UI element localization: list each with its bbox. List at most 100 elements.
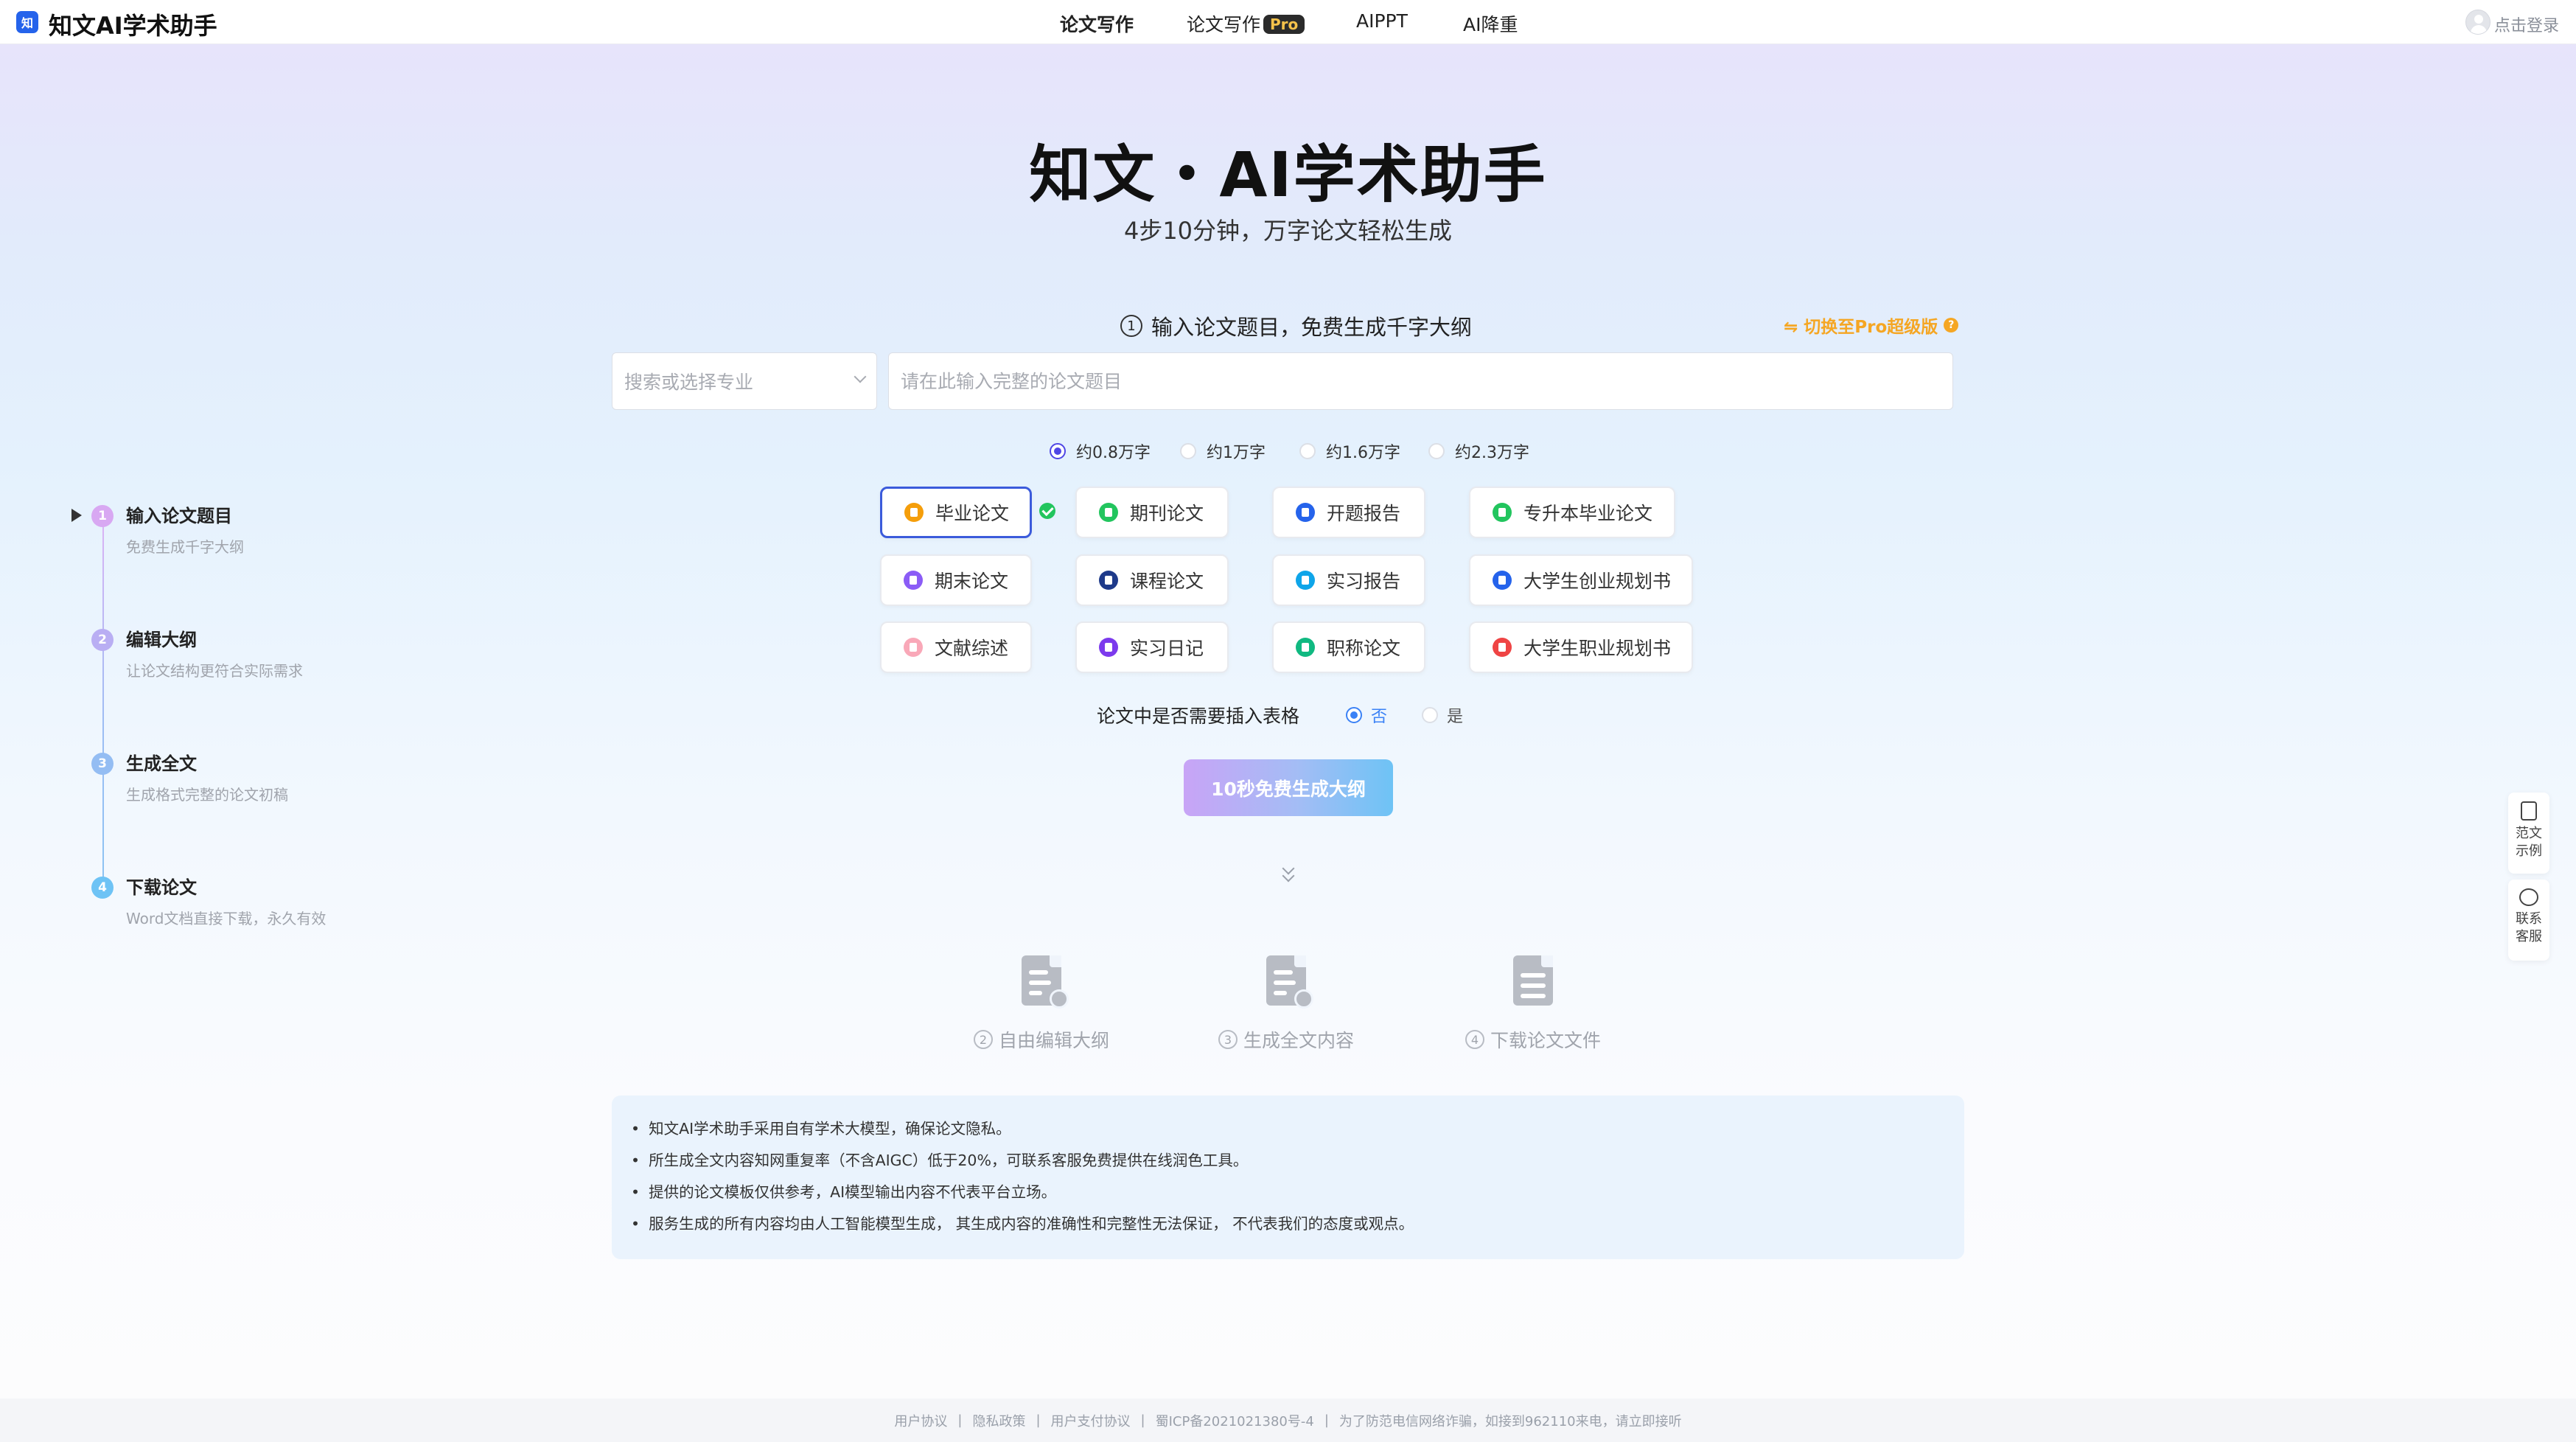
floating-help-panel: 范文 示例 联系 客服 — [2508, 793, 2549, 969]
radio-label: 否 — [1371, 708, 1388, 726]
document-icon — [2521, 801, 2537, 821]
type-professional-title-paper[interactable]: 职称论文 — [1272, 621, 1425, 673]
switch-to-pro-link[interactable]: ⇋ 切换至Pro超级版 ? — [1784, 313, 1959, 338]
type-label: 期末论文 — [935, 571, 1009, 592]
doc-type-icon — [1099, 638, 1118, 657]
footer-separator: | — [957, 1413, 963, 1428]
step-one-label: 1 输入论文题目，免费生成千字大纲 — [1120, 310, 1472, 341]
radio-label: 是 — [1447, 708, 1464, 726]
table-question-label: 论文中是否需要插入表格 — [1097, 706, 1300, 727]
radio-icon — [1050, 443, 1066, 459]
footer-separator: | — [1140, 1413, 1145, 1428]
type-course-paper[interactable]: 课程论文 — [1075, 554, 1229, 606]
footer-user-agreement[interactable]: 用户协议 — [894, 1411, 947, 1430]
radio-icon — [1346, 707, 1362, 723]
avatar-icon[interactable] — [2465, 10, 2491, 35]
table-option-yes[interactable]: 是 — [1422, 703, 1463, 727]
radio-label: 约1.6万字 — [1326, 444, 1400, 462]
footer-separator: | — [1324, 1413, 1329, 1428]
length-option-2-3w[interactable]: 约2.3万字 — [1428, 439, 1529, 463]
pro-switch-label: ⇋ 切换至Pro超级版 — [1784, 318, 1938, 337]
type-label: 实习报告 — [1327, 571, 1401, 592]
notice-item: 所生成全文内容知网重复率（不含AIGC）低于20%，可联系客服免费提供在线润色工… — [631, 1145, 1945, 1177]
doc-type-icon — [1099, 571, 1118, 590]
side-step-title: 生成全文 — [126, 753, 197, 774]
footer-icp-record[interactable]: 蜀ICP备2021021380号-4 — [1156, 1411, 1314, 1430]
radio-icon — [1180, 443, 1196, 459]
nav-ai-rewrite[interactable]: AI降重 — [1463, 10, 1518, 37]
nav-paper-writing-pro[interactable]: 论文写作 Pro — [1187, 10, 1305, 37]
nav-paper-writing[interactable]: 论文写作 — [1060, 10, 1134, 37]
clock-doc-icon — [1266, 955, 1313, 1009]
page-subtitle: 4步10分钟，万字论文轻松生成 — [1123, 217, 1453, 245]
type-career-plan[interactable]: 大学生职业规划书 — [1469, 621, 1693, 673]
radio-label: 约0.8万字 — [1076, 444, 1151, 462]
nav-label: 论文写作 — [1060, 14, 1134, 35]
next-step-label: 下载论文文件 — [1490, 1030, 1601, 1051]
next-step-label: 自由编辑大纲 — [998, 1030, 1109, 1051]
type-label: 专升本毕业论文 — [1523, 503, 1653, 524]
length-option-0-8w[interactable]: 约0.8万字 — [1050, 439, 1151, 463]
nav-aippt[interactable]: AIPPT — [1356, 10, 1408, 32]
doc-type-icon — [1296, 571, 1315, 590]
step-number-icon: 3 — [1218, 1030, 1238, 1049]
step-circle-3: 3 — [91, 753, 114, 775]
type-label: 期刊论文 — [1130, 503, 1204, 524]
type-label: 职称论文 — [1327, 638, 1401, 659]
type-proposal-report[interactable]: 开题报告 — [1272, 487, 1425, 538]
step-number-icon: 4 — [1465, 1030, 1484, 1049]
step-number-icon: 1 — [1120, 315, 1142, 337]
notice-box: 知文AI学术助手采用自有学术大模型，确保论文隐私。 所生成全文内容知网重复率（不… — [612, 1096, 1964, 1259]
type-label: 文献综述 — [935, 638, 1009, 659]
type-journal-paper[interactable]: 期刊论文 — [1075, 487, 1229, 538]
nav-label: 论文写作 — [1187, 14, 1261, 35]
radio-icon — [1299, 443, 1316, 459]
type-internship-diary[interactable]: 实习日记 — [1075, 621, 1229, 673]
radio-icon — [1422, 707, 1438, 723]
float-label: 范文 示例 — [2516, 826, 2542, 859]
step-connector-line — [102, 526, 104, 888]
type-startup-plan[interactable]: 大学生创业规划书 — [1469, 554, 1693, 606]
next-step-edit-outline: 2 自由编辑大纲 — [946, 955, 1137, 1053]
app-name[interactable]: 知文AI学术助手 — [49, 7, 217, 41]
logo-icon[interactable]: 知 — [16, 11, 38, 33]
edit-doc-icon — [1022, 955, 1069, 1009]
type-label: 实习日记 — [1130, 638, 1204, 659]
check-icon — [1039, 503, 1055, 519]
generate-outline-button[interactable]: 10秒免费生成大纲 — [1184, 759, 1393, 816]
type-final-paper[interactable]: 期末论文 — [880, 554, 1032, 606]
type-internship-report[interactable]: 实习报告 — [1272, 554, 1425, 606]
length-option-1-6w[interactable]: 约1.6万字 — [1299, 439, 1400, 463]
length-option-1w[interactable]: 约1万字 — [1180, 439, 1266, 463]
notice-item: 知文AI学术助手采用自有学术大模型，确保论文隐私。 — [631, 1113, 1945, 1145]
type-upgrade-thesis[interactable]: 专升本毕业论文 — [1469, 487, 1675, 538]
contact-support-button[interactable]: 联系 客服 — [2508, 880, 2549, 961]
type-graduation-thesis[interactable]: 毕业论文 — [880, 487, 1032, 538]
notice-item: 服务生成的所有内容均由人工智能模型生成， 其生成内容的准确性和完整性无法保证， … — [631, 1208, 1945, 1240]
notice-item: 提供的论文模板仅供参考，AI模型输出内容不代表平台立场。 — [631, 1177, 1945, 1208]
major-select-placeholder: 搜索或选择专业 — [624, 372, 754, 393]
type-label: 开题报告 — [1327, 503, 1401, 524]
footer-privacy-policy[interactable]: 隐私政策 — [972, 1411, 1025, 1430]
doc-type-icon — [1493, 638, 1512, 657]
chevron-down-icon — [854, 370, 867, 383]
login-link[interactable]: 点击登录 — [2494, 13, 2559, 36]
help-icon[interactable]: ? — [1944, 318, 1959, 332]
table-option-no[interactable]: 否 — [1346, 703, 1387, 727]
side-step-desc: Word文档直接下载，永久有效 — [126, 910, 327, 927]
major-select[interactable]: 搜索或选择专业 — [612, 352, 877, 410]
chat-icon — [2519, 888, 2538, 906]
type-label: 大学生职业规划书 — [1523, 638, 1672, 659]
type-literature-review[interactable]: 文献综述 — [880, 621, 1032, 673]
paper-title-input[interactable] — [888, 352, 1953, 410]
current-step-arrow-icon — [71, 509, 82, 522]
chevron-down-icon[interactable] — [1280, 862, 1299, 889]
sample-papers-button[interactable]: 范文 示例 — [2508, 793, 2549, 874]
pro-badge: Pro — [1263, 15, 1305, 34]
side-step-title: 输入论文题目 — [126, 506, 232, 526]
page-title: 知文・AI学术助手 — [1029, 139, 1547, 211]
type-label: 课程论文 — [1130, 571, 1204, 592]
next-step-label: 生成全文内容 — [1243, 1030, 1354, 1051]
step-circle-4: 4 — [91, 877, 114, 899]
footer-payment-agreement[interactable]: 用户支付协议 — [1051, 1411, 1131, 1430]
